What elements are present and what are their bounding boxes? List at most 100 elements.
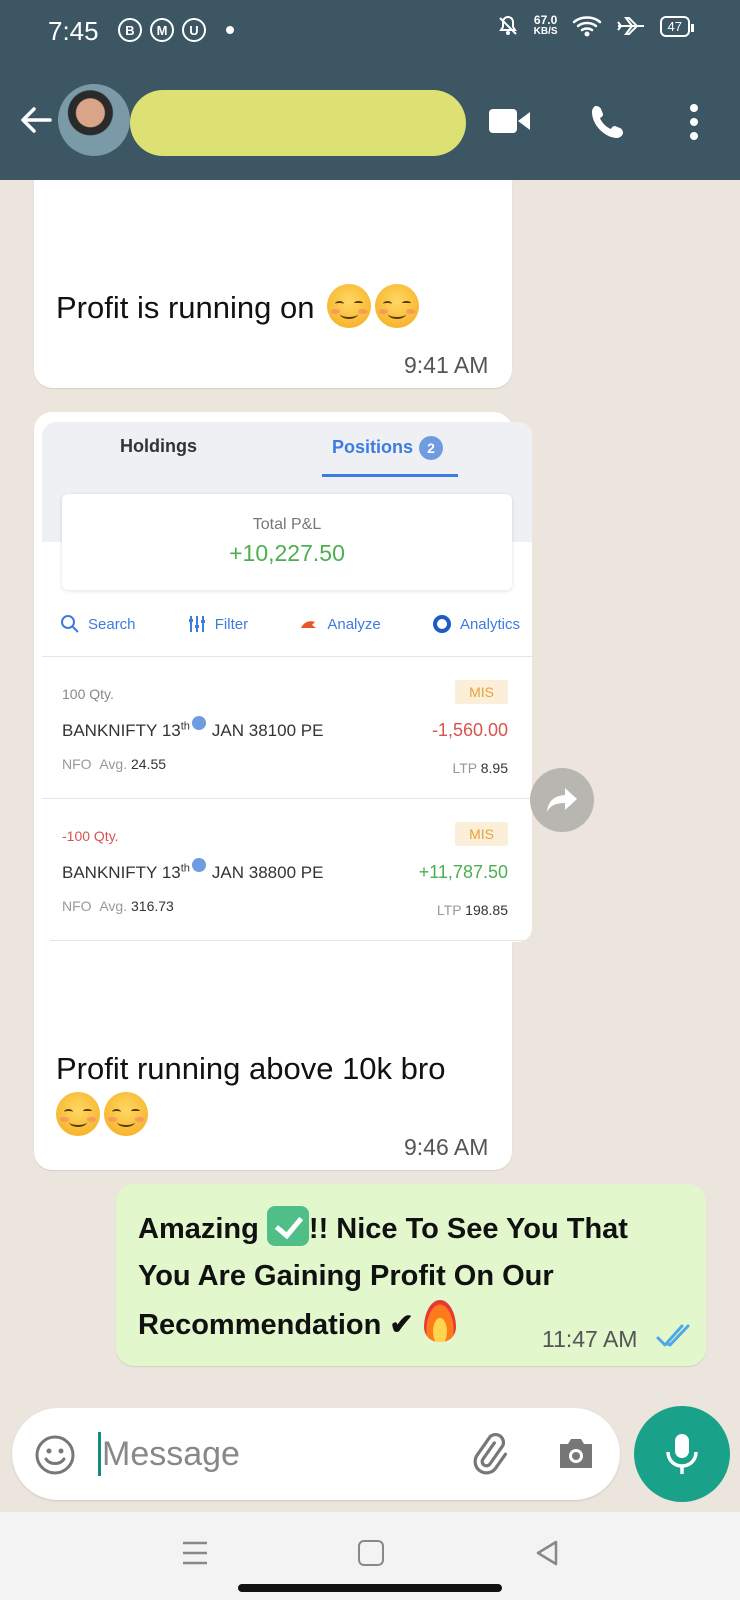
ltp-value: 8.95: [480, 760, 508, 776]
divider: [42, 940, 532, 941]
message-text: Profit is running on: [56, 290, 315, 325]
instrument-prefix: BANKNIFTY 13: [62, 721, 181, 740]
home-square-icon[interactable]: [358, 1540, 384, 1566]
message-time: 9:46 AM: [404, 1134, 489, 1160]
total-pnl-value: +10,227.50: [229, 540, 345, 566]
video-call-icon[interactable]: [488, 106, 532, 136]
forward-button[interactable]: [530, 768, 594, 832]
position-row: 100 Qty. BANKNIFTY 13th JAN 38100 PE NFO …: [42, 658, 532, 798]
avg-value: 316.73: [131, 898, 174, 914]
back-triangle-icon[interactable]: [532, 1538, 562, 1568]
exchange: NFO: [62, 898, 92, 914]
smiling-face-emoji-icon: [327, 284, 372, 328]
contact-name[interactable]: [130, 90, 466, 156]
system-navigation-bar: [0, 1512, 740, 1600]
position-pnl: -1,560.00: [431, 720, 508, 740]
outgoing-message[interactable]: Amazing !! Nice To See You That You Are …: [116, 1184, 706, 1366]
incoming-message[interactable]: Profit is running on 9:41 AM: [34, 180, 512, 388]
instrument-prefix: BANKNIFTY 13: [62, 863, 181, 882]
smiling-face-emoji-icon: [375, 284, 420, 328]
message-composer: [12, 1408, 620, 1500]
positions-count-badge: 2: [419, 436, 444, 460]
divider: [42, 656, 532, 657]
position-row: -100 Qty. BANKNIFTY 13th JAN 38800 PE NFO…: [42, 800, 532, 940]
position-instrument: BANKNIFTY 13th JAN 38800 PE: [62, 858, 323, 883]
filter-tool: Filter: [187, 614, 248, 634]
gesture-home-indicator[interactable]: [238, 1584, 502, 1592]
avg-value: 24.55: [131, 756, 167, 772]
position-avg: NFO Avg. 316.73: [62, 898, 174, 914]
text-cursor: [98, 1432, 101, 1476]
position-instrument: BANKNIFTY 13th JAN 38100 PE: [62, 716, 323, 741]
smiling-face-emoji-icon: [56, 1092, 100, 1136]
image-caption: Profit running above 10k bro: [56, 1051, 446, 1086]
m-app-icon: M: [150, 18, 174, 42]
wifi-icon: [572, 16, 601, 37]
incoming-image-message[interactable]: Holdings Positions 2 Total P&L +10,227.50…: [34, 412, 532, 1170]
status-notification-icons: B M U: [118, 18, 234, 42]
search-label: Search: [88, 615, 136, 633]
camera-icon[interactable]: [554, 1432, 598, 1476]
tab-holdings: Holdings: [120, 436, 197, 456]
message-time: 9:41 AM: [404, 352, 489, 378]
back-arrow-icon[interactable]: [16, 100, 56, 140]
status-bar: 7:45 B M U 67.0 KB/S 47: [0, 0, 740, 64]
more-notifications-dot-icon: [226, 26, 234, 34]
instrument-rest: JAN 38800 PE: [211, 863, 324, 882]
position-avg: NFO Avg. 24.55: [62, 756, 166, 772]
position-qty: 100 Qty.: [62, 686, 114, 702]
shared-screenshot[interactable]: Holdings Positions 2 Total P&L +10,227.50…: [42, 422, 532, 942]
tab-positions-label: Positions: [332, 437, 414, 457]
emoji-icon[interactable]: [34, 1434, 76, 1476]
product-badge: MIS: [455, 822, 508, 846]
instrument-suffix: th: [180, 720, 190, 733]
analytics-label: Analytics: [459, 615, 520, 633]
instrument-rest: JAN 38100 PE: [211, 721, 324, 740]
heavy-check-mark-emoji-icon: ✔: [389, 1309, 414, 1341]
message-time: 11:47 AM: [542, 1326, 638, 1352]
weekly-expiry-icon: [191, 858, 206, 872]
airplane-mode-icon: [616, 17, 644, 35]
filter-label: Filter: [214, 615, 249, 633]
outgoing-text-part1: Amazing: [138, 1213, 259, 1245]
total-pnl-card: Total P&L +10,227.50: [62, 494, 512, 590]
b-app-icon: B: [118, 18, 142, 42]
chat-area[interactable]: Profit is running on 9:41 AM Holdings Po…: [0, 180, 740, 1498]
mute-bell-icon: [498, 15, 517, 35]
divider: [42, 798, 532, 799]
positions-toolbar: Search Filter Analyze Analytics: [60, 610, 520, 638]
battery-icon: 47: [659, 15, 695, 37]
recent-apps-menu-icon[interactable]: [180, 1540, 210, 1566]
voice-record-button[interactable]: [634, 1406, 730, 1502]
analytics-icon: [432, 615, 451, 633]
network-speed-unit: KB/S: [533, 26, 558, 37]
read-receipt-icon: [656, 1324, 690, 1347]
instrument-suffix: th: [180, 862, 190, 875]
microphone-icon: [666, 1434, 698, 1474]
product-badge: MIS: [455, 680, 508, 704]
message-input[interactable]: [102, 1426, 442, 1482]
status-time: 7:45: [48, 16, 99, 46]
active-tab-indicator: [322, 474, 458, 477]
search-icon: [61, 615, 79, 633]
search-tool: Search: [60, 614, 136, 634]
ltp-value: 198.85: [465, 902, 508, 918]
avg-label: Avg.: [99, 756, 128, 772]
attachment-paperclip-icon[interactable]: [466, 1430, 512, 1476]
network-speed: 67.0 KB/S: [534, 14, 558, 38]
position-ltp: LTP 198.85: [437, 902, 508, 918]
position-qty: -100 Qty.: [62, 828, 119, 844]
weekly-expiry-icon: [191, 716, 206, 730]
position-ltp: LTP 8.95: [452, 760, 508, 776]
analyze-tool: Analyze: [299, 614, 381, 634]
total-pnl-label: Total P&L: [252, 516, 322, 533]
status-system-icons: 67.0 KB/S 47: [496, 14, 695, 38]
analyze-label: Analyze: [327, 615, 381, 633]
contact-avatar[interactable]: [58, 84, 130, 156]
voice-call-icon[interactable]: [588, 102, 628, 142]
check-mark-button-emoji-icon: [266, 1206, 309, 1246]
more-options-icon[interactable]: [680, 102, 708, 142]
ltp-label: LTP: [436, 902, 462, 918]
analyze-icon: [301, 621, 317, 628]
forward-arrow-icon: [547, 788, 577, 812]
